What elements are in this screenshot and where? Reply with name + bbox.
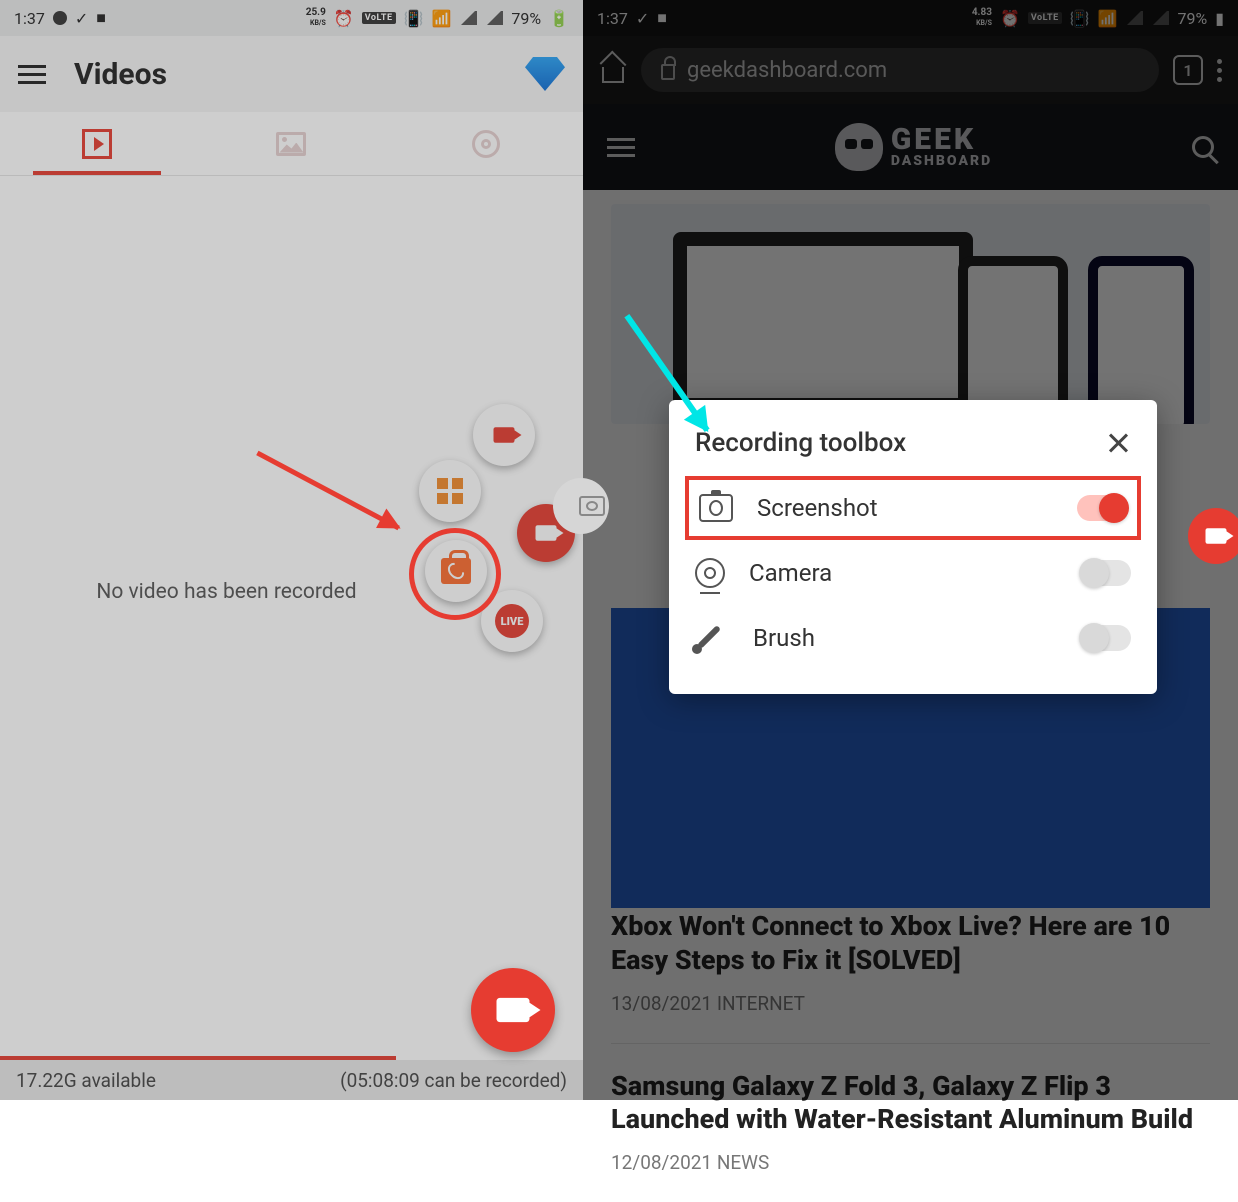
record-time-left: (05:08:09 can be recorded) [340, 1069, 567, 1092]
premium-diamond-icon[interactable] [525, 57, 565, 91]
record-icon [497, 998, 530, 1022]
check-icon: ✓ [75, 9, 88, 28]
grid-icon [437, 478, 463, 504]
camera-icon [1206, 528, 1227, 543]
signal-icon [459, 11, 477, 25]
signal-icon-2 [485, 11, 503, 25]
clock: 1:37 [14, 9, 45, 28]
app-header: Videos [0, 36, 583, 112]
annotation-arrow-red [256, 451, 400, 531]
jio-icon [53, 11, 67, 25]
wifi-icon: 📶 [431, 9, 451, 28]
left-screenshot: 1:37 ✓ ■ 25.9KB/S ⏰ VoLTE 📳 📶 79% 🔋 Vide… [0, 0, 583, 1100]
close-icon[interactable] [1107, 431, 1131, 455]
webcam-icon [695, 558, 725, 588]
status-bar-left: 1:37 ✓ ■ 25.9KB/S ⏰ VoLTE 📳 📶 79% 🔋 [0, 0, 583, 36]
floating-screenshot-bubble[interactable] [553, 478, 609, 534]
row-label: Brush [753, 624, 1057, 652]
video-icon: ■ [96, 8, 106, 28]
volte-badge: VoLTE [362, 12, 396, 24]
image-icon [276, 132, 306, 156]
fab-main-record[interactable] [471, 968, 555, 1052]
tab-bar [0, 112, 583, 176]
row-label: Screenshot [757, 494, 1053, 522]
article-meta-2: 12/08/2021 NEWS [611, 1151, 1210, 1174]
camera-icon [579, 496, 605, 516]
data-rate: 25.9KB/S [306, 8, 326, 28]
tab-images[interactable] [194, 112, 388, 175]
screenshot-icon [699, 494, 733, 522]
annotation-circle [409, 528, 501, 620]
brush-icon [697, 625, 721, 649]
fab-record-video[interactable] [473, 404, 535, 466]
storage-available: 17.22G available [16, 1069, 156, 1092]
camera-icon [536, 525, 557, 540]
play-icon [82, 129, 112, 159]
hamburger-menu-icon[interactable] [18, 60, 46, 89]
footer-bar: 17.22G available (05:08:09 can be record… [0, 1060, 583, 1100]
alarm-icon: ⏰ [334, 9, 354, 28]
toggle-brush[interactable] [1081, 625, 1131, 651]
vibrate-icon: 📳 [404, 9, 424, 28]
toolbox-row-camera[interactable]: Camera [695, 540, 1131, 606]
toggle-screenshot[interactable] [1077, 495, 1127, 521]
gear-icon [472, 130, 500, 158]
live-icon: LIVE [495, 604, 529, 638]
toolbox-row-brush[interactable]: Brush [695, 606, 1131, 670]
modal-title: Recording toolbox [695, 428, 906, 458]
toggle-camera[interactable] [1081, 560, 1131, 586]
right-screenshot: 1:37 ✓ ■ 4.83KB/S ⏰ VoLTE 📳 📶 79% ▮ geek… [583, 0, 1238, 1100]
video-camera-icon [494, 427, 515, 442]
recording-toolbox-modal: Recording toolbox Screenshot Camera Brus… [669, 400, 1157, 694]
tab-settings[interactable] [389, 112, 583, 175]
battery-icon: 🔋 [549, 9, 569, 28]
toolbox-row-screenshot[interactable]: Screenshot [685, 476, 1141, 540]
tab-videos[interactable] [0, 112, 194, 175]
floating-record-bubble[interactable] [1188, 508, 1238, 564]
battery-percent: 79% [511, 9, 541, 28]
page-title: Videos [74, 57, 167, 92]
row-label: Camera [749, 559, 1057, 587]
fab-apps[interactable] [419, 460, 481, 522]
